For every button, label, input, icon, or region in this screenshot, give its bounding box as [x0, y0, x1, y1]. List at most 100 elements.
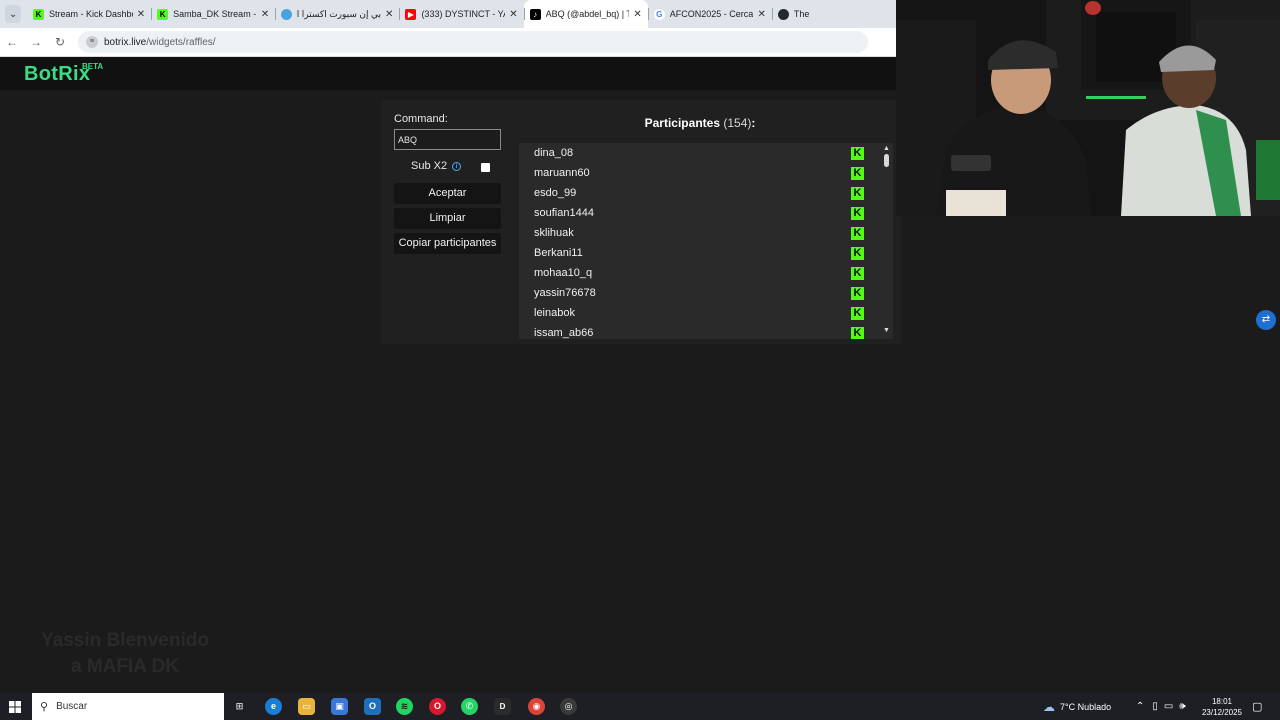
participant-username: dina_08 [534, 147, 574, 159]
browser-tab[interactable]: ▶ (333) DYSTINCT - YAMA ( ✕ [399, 0, 523, 28]
welcome-overlay: Yassin Blenvenido a MAFIA DK [0, 628, 250, 680]
tab-close-icon[interactable]: ✕ [385, 9, 393, 20]
browser-tab[interactable]: بي إن سبورت اكسترا الأولى ✕ [275, 0, 399, 28]
clock-time: 18:01 [1211, 696, 1233, 706]
tab-title: The [793, 9, 810, 19]
kick-platform-icon: K [851, 167, 864, 180]
browser-tab-bar: ⌄ K Stream - Kick Dashboard ✕ K Samba_DK… [0, 0, 896, 28]
tab-search-menu-button[interactable]: ⌄ [5, 5, 22, 23]
tab-close-icon[interactable]: ✕ [509, 9, 517, 20]
search-icon: ⚲ [40, 701, 49, 713]
youtube-icon: ▶ [405, 8, 417, 20]
kick-platform-icon: K [851, 267, 864, 280]
browser-tab[interactable]: The [771, 0, 896, 28]
windows-logo-icon [9, 700, 21, 713]
device-icon[interactable]: ▯ [1152, 701, 1158, 712]
participant-row: sklihuak K [519, 223, 881, 243]
github-icon [777, 8, 789, 20]
participant-username: soufian1444 [534, 207, 594, 219]
webcam-image [896, 0, 1280, 216]
participants-title: Participantes [644, 116, 720, 130]
kick-platform-icon: K [851, 247, 864, 260]
beta-badge: BETA [82, 62, 104, 71]
site-info-icon[interactable]: ≡ [86, 36, 98, 48]
file-explorer-icon[interactable]: ▭ [298, 698, 315, 715]
tab-title: Samba_DK Stream - Watc [173, 9, 257, 19]
cloud-icon: ☁ [1043, 699, 1055, 714]
tray-chevron-up-icon[interactable]: ⌃ [1136, 701, 1144, 712]
welcome-line-1: Yassin Blenvenido [41, 630, 209, 651]
tiktok-icon: ♪ [529, 8, 541, 20]
network-icon[interactable]: ▭ [1164, 701, 1173, 712]
translate-icon[interactable]: ⇄ [1256, 310, 1276, 330]
tab-title: (333) DYSTINCT - YAMA ( [421, 9, 505, 19]
participant-row: mohaa10_q K [519, 263, 881, 283]
tab-title: بي إن سبورت اكسترا الأولى [297, 8, 382, 19]
participant-row: yassin76678 K [519, 283, 881, 303]
site-header: BotRix [0, 57, 896, 90]
kick-platform-icon: K [851, 287, 864, 300]
windows-start-button[interactable] [0, 693, 30, 720]
volume-icon[interactable]: 🕪 [1179, 701, 1185, 712]
weather-text: 7°C Nublado [1060, 701, 1112, 712]
back-arrow-icon[interactable]: ← [0, 35, 24, 49]
clear-button[interactable]: Limpiar [394, 208, 501, 229]
participant-username: mohaa10_q [534, 267, 593, 279]
scroll-down-arrow-icon[interactable]: ▼ [883, 327, 890, 334]
participant-username: issam_ab66 [534, 327, 594, 339]
clock[interactable]: 18:01 23/12/2025 [1200, 693, 1244, 720]
notifications-icon[interactable]: ▢ [1252, 693, 1262, 720]
address-bar[interactable]: ≡ botrix.live/widgets/raffles/ [78, 31, 868, 53]
search-placeholder: Buscar [56, 701, 88, 712]
store-icon[interactable]: ▣ [331, 698, 348, 715]
spotify-icon[interactable]: ≋ [396, 698, 413, 715]
weather-widget[interactable]: ☁ 7°C Nublado [1043, 693, 1111, 720]
browser-tab[interactable]: G AFCON2025 - Cerca de G ✕ [647, 0, 772, 28]
webcam-overlay [896, 0, 1280, 216]
tab-close-icon[interactable]: ✕ [261, 9, 269, 20]
tab-close-icon[interactable]: ✕ [633, 9, 641, 20]
kick-platform-icon: K [851, 307, 864, 320]
opera-icon[interactable]: O [429, 698, 446, 715]
browser-tab-active[interactable]: ♪ ABQ (@abdel_bq) | TikTok ✕ [523, 0, 648, 28]
botrix-logo[interactable]: BotRix [24, 63, 90, 86]
participants-count: (154) [723, 116, 752, 130]
obs-icon[interactable]: ◎ [560, 698, 577, 715]
whatsapp-icon[interactable]: ✆ [461, 698, 478, 715]
sub-x2-row: Sub X2 i [411, 160, 462, 172]
command-input[interactable] [394, 129, 501, 150]
participants-list[interactable]: dina_08 Kmaruann60 Kesdo_99 Ksoufian1444 Ksk… [519, 143, 881, 339]
participants-heading: Participantes (154): [520, 116, 880, 130]
participant-row: Berkani11 K [519, 243, 881, 263]
tab-close-icon[interactable]: ✕ [137, 9, 145, 20]
kick-icon: K [33, 8, 45, 20]
participants-scrollbar[interactable] [881, 143, 893, 339]
taskbar-search-box[interactable]: ⚲ Buscar [32, 693, 224, 720]
globe-icon [281, 8, 293, 20]
copy-participants-button[interactable]: Copiar participantes [394, 233, 501, 254]
participant-row: leinabok K [519, 303, 881, 323]
reload-icon[interactable]: ↻ [48, 35, 72, 49]
kick-platform-icon: K [851, 227, 864, 240]
kick-icon: K [157, 8, 169, 20]
url-host: botrix.live [104, 36, 147, 48]
chrome-icon[interactable]: ◉ [528, 698, 545, 715]
kick-platform-icon: K [851, 187, 864, 200]
participant-username: esdo_99 [534, 187, 577, 199]
info-icon[interactable]: i [452, 161, 462, 171]
browser-tab[interactable]: K Samba_DK Stream - Watc ✕ [151, 0, 275, 28]
accept-button[interactable]: Aceptar [394, 183, 501, 204]
tab-close-icon[interactable]: ✕ [757, 9, 765, 20]
sub-x2-checkbox[interactable] [481, 163, 490, 172]
tab-title: ABQ (@abdel_bq) | TikTok [545, 9, 630, 19]
outlook-icon[interactable]: O [364, 698, 381, 715]
edge-icon[interactable]: e [265, 698, 282, 715]
task-view-icon[interactable]: ⊞ [231, 698, 248, 715]
browser-tab[interactable]: K Stream - Kick Dashboard ✕ [27, 0, 151, 28]
tab-title: AFCON2025 - Cerca de G [669, 9, 754, 19]
scrollbar-thumb[interactable] [884, 154, 889, 167]
scroll-up-arrow-icon[interactable]: ▲ [883, 145, 890, 152]
participant-username: Berkani11 [534, 247, 583, 259]
forward-arrow-icon[interactable]: → [24, 35, 48, 49]
app-d-icon[interactable]: D [494, 698, 511, 715]
